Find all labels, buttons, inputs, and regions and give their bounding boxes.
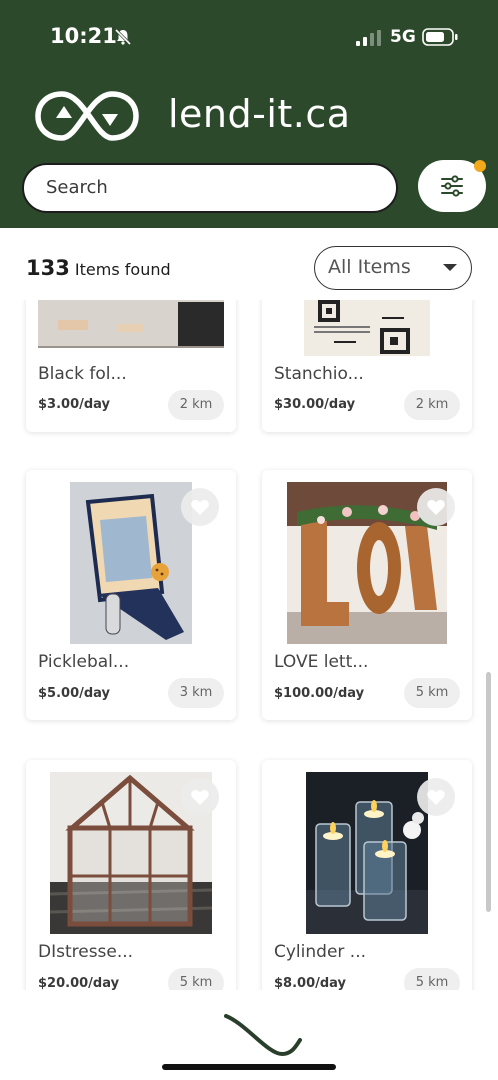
listing-photo [70, 482, 192, 644]
brand-name: lend-it.ca [168, 92, 351, 136]
lend-it-logo-icon [35, 91, 139, 141]
caret-down-icon [443, 264, 457, 271]
status-time: 10:21 [50, 24, 117, 48]
listing-price: $3.00/day [38, 397, 111, 412]
listing-distance: 2 km [404, 390, 460, 420]
signal-icon [356, 30, 381, 46]
scrollbar[interactable] [486, 672, 491, 912]
home-indicator[interactable] [162, 1064, 336, 1070]
swoosh-icon [224, 1014, 302, 1057]
listing-distance: 5 km [404, 968, 460, 990]
results-count-label: Items found [69, 260, 171, 279]
results-count-number: 133 [26, 256, 70, 280]
listing-title: Stanchio... [274, 364, 364, 384]
listing-price: $5.00/day [38, 686, 111, 701]
listing-photo [304, 300, 430, 356]
favorite-button[interactable] [181, 488, 219, 526]
app-header: 10:21 5G lend-it.ca Search [0, 0, 498, 228]
listing-title: Black fol... [38, 364, 127, 384]
battery-icon [422, 28, 458, 46]
listing-price: $8.00/day [274, 976, 347, 990]
listing-photo [306, 772, 428, 934]
listing-card[interactable]: Stanchio... $30.00/day 2 km [262, 300, 472, 432]
listing-distance: 3 km [168, 678, 224, 708]
sliders-icon [441, 175, 463, 197]
listing-title: Picklebal... [38, 652, 130, 672]
heart-icon [427, 499, 445, 515]
listing-title: DIstresse... [38, 942, 134, 962]
listing-distance: 2 km [168, 390, 224, 420]
listing-card[interactable]: DIstresse... $20.00/day 5 km [26, 760, 236, 990]
listings-grid[interactable]: Black fol... $3.00/day 2 km Stanchio... … [0, 300, 498, 990]
listing-price: $20.00/day [38, 976, 120, 990]
heart-icon [427, 789, 445, 805]
listing-image [304, 300, 430, 356]
filter-active-dot [474, 160, 486, 172]
listing-distance: 5 km [168, 968, 224, 990]
results-count: 133 Items found [26, 256, 171, 280]
listing-card[interactable]: LOVE lett... $100.00/day 5 km [262, 470, 472, 720]
favorite-button[interactable] [181, 778, 219, 816]
filter-button[interactable] [418, 160, 486, 212]
listing-distance: 5 km [404, 678, 460, 708]
listing-price: $30.00/day [274, 397, 356, 412]
listing-title: Cylinder ... [274, 942, 367, 962]
heart-icon [191, 789, 209, 805]
listing-image [70, 482, 192, 644]
category-dropdown[interactable]: All Items [314, 246, 472, 290]
listing-card[interactable]: Cylinder ... $8.00/day 5 km [262, 760, 472, 990]
listing-card[interactable]: Picklebal... $5.00/day 3 km [26, 470, 236, 720]
favorite-button[interactable] [417, 778, 455, 816]
status-bar: 10:21 5G [0, 0, 498, 76]
listing-image [306, 772, 428, 934]
listing-photo [38, 300, 224, 348]
network-type: 5G [390, 27, 416, 47]
listing-card[interactable]: Black fol... $3.00/day 2 km [26, 300, 236, 432]
heart-icon [191, 499, 209, 515]
favorite-button[interactable] [417, 488, 455, 526]
listing-image [38, 300, 224, 348]
category-dropdown-value: All Items [328, 256, 411, 278]
listing-title: LOVE lett... [274, 652, 369, 672]
listing-price: $100.00/day [274, 686, 365, 701]
search-input[interactable]: Search [22, 163, 398, 213]
bell-muted-icon [114, 28, 132, 46]
